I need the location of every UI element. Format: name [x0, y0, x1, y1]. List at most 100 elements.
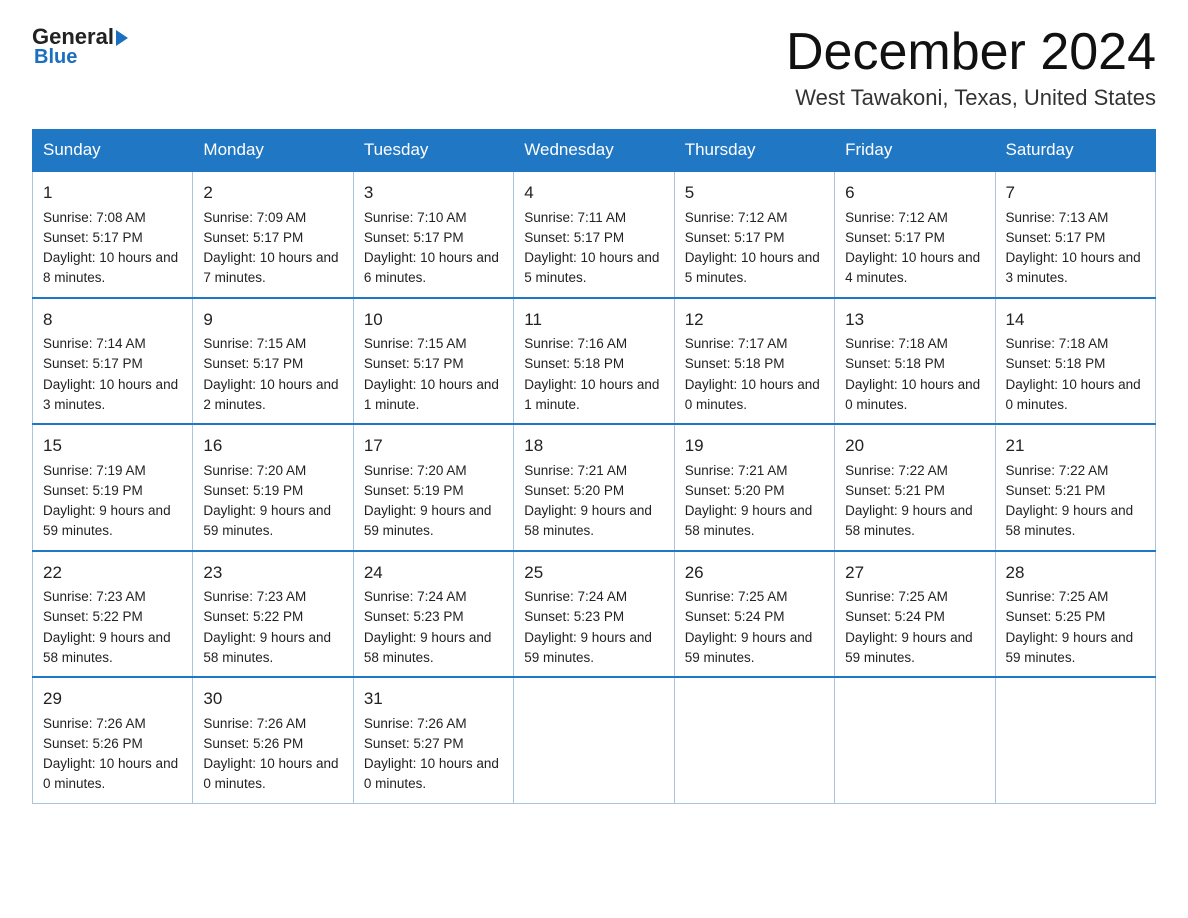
calendar-cell: 8Sunrise: 7:14 AMSunset: 5:17 PMDaylight…: [33, 298, 193, 425]
calendar-table: SundayMondayTuesdayWednesdayThursdayFrid…: [32, 129, 1156, 804]
day-number: 31: [364, 686, 503, 712]
day-number: 15: [43, 433, 182, 459]
calendar-cell: 19Sunrise: 7:21 AMSunset: 5:20 PMDayligh…: [674, 424, 834, 551]
calendar-cell: 13Sunrise: 7:18 AMSunset: 5:18 PMDayligh…: [835, 298, 995, 425]
calendar-cell: 12Sunrise: 7:17 AMSunset: 5:18 PMDayligh…: [674, 298, 834, 425]
day-info: Sunrise: 7:13 AMSunset: 5:17 PMDaylight:…: [1006, 208, 1145, 289]
day-number: 12: [685, 307, 824, 333]
day-info: Sunrise: 7:12 AMSunset: 5:17 PMDaylight:…: [685, 208, 824, 289]
calendar-cell: 15Sunrise: 7:19 AMSunset: 5:19 PMDayligh…: [33, 424, 193, 551]
calendar-cell: 14Sunrise: 7:18 AMSunset: 5:18 PMDayligh…: [995, 298, 1155, 425]
day-number: 25: [524, 560, 663, 586]
calendar-cell: 3Sunrise: 7:10 AMSunset: 5:17 PMDaylight…: [353, 171, 513, 298]
month-title: December 2024: [786, 24, 1156, 81]
logo: General Blue: [32, 24, 128, 69]
day-info: Sunrise: 7:25 AMSunset: 5:25 PMDaylight:…: [1006, 587, 1145, 668]
location-title: West Tawakoni, Texas, United States: [786, 85, 1156, 111]
day-number: 23: [203, 560, 342, 586]
day-number: 7: [1006, 180, 1145, 206]
day-number: 27: [845, 560, 984, 586]
col-header-sunday: Sunday: [33, 130, 193, 172]
day-number: 26: [685, 560, 824, 586]
calendar-week-row: 8Sunrise: 7:14 AMSunset: 5:17 PMDaylight…: [33, 298, 1156, 425]
day-info: Sunrise: 7:23 AMSunset: 5:22 PMDaylight:…: [43, 587, 182, 668]
day-info: Sunrise: 7:20 AMSunset: 5:19 PMDaylight:…: [364, 461, 503, 542]
day-number: 29: [43, 686, 182, 712]
calendar-cell: 30Sunrise: 7:26 AMSunset: 5:26 PMDayligh…: [193, 677, 353, 803]
day-info: Sunrise: 7:24 AMSunset: 5:23 PMDaylight:…: [364, 587, 503, 668]
calendar-week-row: 15Sunrise: 7:19 AMSunset: 5:19 PMDayligh…: [33, 424, 1156, 551]
calendar-cell: 6Sunrise: 7:12 AMSunset: 5:17 PMDaylight…: [835, 171, 995, 298]
day-number: 6: [845, 180, 984, 206]
day-number: 21: [1006, 433, 1145, 459]
day-number: 22: [43, 560, 182, 586]
day-number: 16: [203, 433, 342, 459]
day-info: Sunrise: 7:15 AMSunset: 5:17 PMDaylight:…: [364, 334, 503, 415]
day-info: Sunrise: 7:26 AMSunset: 5:26 PMDaylight:…: [203, 714, 342, 795]
calendar-cell: 20Sunrise: 7:22 AMSunset: 5:21 PMDayligh…: [835, 424, 995, 551]
day-number: 3: [364, 180, 503, 206]
calendar-cell: 22Sunrise: 7:23 AMSunset: 5:22 PMDayligh…: [33, 551, 193, 678]
title-block: December 2024 West Tawakoni, Texas, Unit…: [786, 24, 1156, 111]
day-info: Sunrise: 7:25 AMSunset: 5:24 PMDaylight:…: [685, 587, 824, 668]
calendar-header-row: SundayMondayTuesdayWednesdayThursdayFrid…: [33, 130, 1156, 172]
day-info: Sunrise: 7:15 AMSunset: 5:17 PMDaylight:…: [203, 334, 342, 415]
day-number: 30: [203, 686, 342, 712]
calendar-cell: 18Sunrise: 7:21 AMSunset: 5:20 PMDayligh…: [514, 424, 674, 551]
calendar-cell: 1Sunrise: 7:08 AMSunset: 5:17 PMDaylight…: [33, 171, 193, 298]
day-number: 11: [524, 307, 663, 333]
page-header: General Blue December 2024 West Tawakoni…: [32, 24, 1156, 111]
day-number: 10: [364, 307, 503, 333]
day-number: 20: [845, 433, 984, 459]
day-info: Sunrise: 7:17 AMSunset: 5:18 PMDaylight:…: [685, 334, 824, 415]
day-info: Sunrise: 7:20 AMSunset: 5:19 PMDaylight:…: [203, 461, 342, 542]
day-info: Sunrise: 7:22 AMSunset: 5:21 PMDaylight:…: [1006, 461, 1145, 542]
logo-arrow-icon: [116, 30, 128, 46]
calendar-cell: [835, 677, 995, 803]
calendar-cell: 23Sunrise: 7:23 AMSunset: 5:22 PMDayligh…: [193, 551, 353, 678]
calendar-cell: 9Sunrise: 7:15 AMSunset: 5:17 PMDaylight…: [193, 298, 353, 425]
calendar-cell: 5Sunrise: 7:12 AMSunset: 5:17 PMDaylight…: [674, 171, 834, 298]
calendar-cell: [674, 677, 834, 803]
day-info: Sunrise: 7:09 AMSunset: 5:17 PMDaylight:…: [203, 208, 342, 289]
day-number: 9: [203, 307, 342, 333]
calendar-cell: 24Sunrise: 7:24 AMSunset: 5:23 PMDayligh…: [353, 551, 513, 678]
day-info: Sunrise: 7:19 AMSunset: 5:19 PMDaylight:…: [43, 461, 182, 542]
calendar-cell: 17Sunrise: 7:20 AMSunset: 5:19 PMDayligh…: [353, 424, 513, 551]
day-info: Sunrise: 7:11 AMSunset: 5:17 PMDaylight:…: [524, 208, 663, 289]
day-info: Sunrise: 7:14 AMSunset: 5:17 PMDaylight:…: [43, 334, 182, 415]
day-info: Sunrise: 7:25 AMSunset: 5:24 PMDaylight:…: [845, 587, 984, 668]
day-number: 24: [364, 560, 503, 586]
day-info: Sunrise: 7:08 AMSunset: 5:17 PMDaylight:…: [43, 208, 182, 289]
calendar-cell: [995, 677, 1155, 803]
day-info: Sunrise: 7:26 AMSunset: 5:26 PMDaylight:…: [43, 714, 182, 795]
day-number: 18: [524, 433, 663, 459]
day-number: 1: [43, 180, 182, 206]
logo-blue: Blue: [32, 46, 77, 69]
day-info: Sunrise: 7:16 AMSunset: 5:18 PMDaylight:…: [524, 334, 663, 415]
col-header-monday: Monday: [193, 130, 353, 172]
day-info: Sunrise: 7:12 AMSunset: 5:17 PMDaylight:…: [845, 208, 984, 289]
calendar-cell: 26Sunrise: 7:25 AMSunset: 5:24 PMDayligh…: [674, 551, 834, 678]
col-header-friday: Friday: [835, 130, 995, 172]
day-number: 19: [685, 433, 824, 459]
calendar-cell: 16Sunrise: 7:20 AMSunset: 5:19 PMDayligh…: [193, 424, 353, 551]
day-info: Sunrise: 7:24 AMSunset: 5:23 PMDaylight:…: [524, 587, 663, 668]
col-header-tuesday: Tuesday: [353, 130, 513, 172]
calendar-cell: 4Sunrise: 7:11 AMSunset: 5:17 PMDaylight…: [514, 171, 674, 298]
calendar-cell: 27Sunrise: 7:25 AMSunset: 5:24 PMDayligh…: [835, 551, 995, 678]
calendar-cell: 21Sunrise: 7:22 AMSunset: 5:21 PMDayligh…: [995, 424, 1155, 551]
day-info: Sunrise: 7:23 AMSunset: 5:22 PMDaylight:…: [203, 587, 342, 668]
day-number: 28: [1006, 560, 1145, 586]
day-info: Sunrise: 7:10 AMSunset: 5:17 PMDaylight:…: [364, 208, 503, 289]
day-number: 17: [364, 433, 503, 459]
calendar-week-row: 1Sunrise: 7:08 AMSunset: 5:17 PMDaylight…: [33, 171, 1156, 298]
col-header-wednesday: Wednesday: [514, 130, 674, 172]
day-number: 14: [1006, 307, 1145, 333]
calendar-cell: 7Sunrise: 7:13 AMSunset: 5:17 PMDaylight…: [995, 171, 1155, 298]
calendar-cell: [514, 677, 674, 803]
calendar-cell: 29Sunrise: 7:26 AMSunset: 5:26 PMDayligh…: [33, 677, 193, 803]
day-info: Sunrise: 7:18 AMSunset: 5:18 PMDaylight:…: [1006, 334, 1145, 415]
day-info: Sunrise: 7:22 AMSunset: 5:21 PMDaylight:…: [845, 461, 984, 542]
day-info: Sunrise: 7:21 AMSunset: 5:20 PMDaylight:…: [524, 461, 663, 542]
